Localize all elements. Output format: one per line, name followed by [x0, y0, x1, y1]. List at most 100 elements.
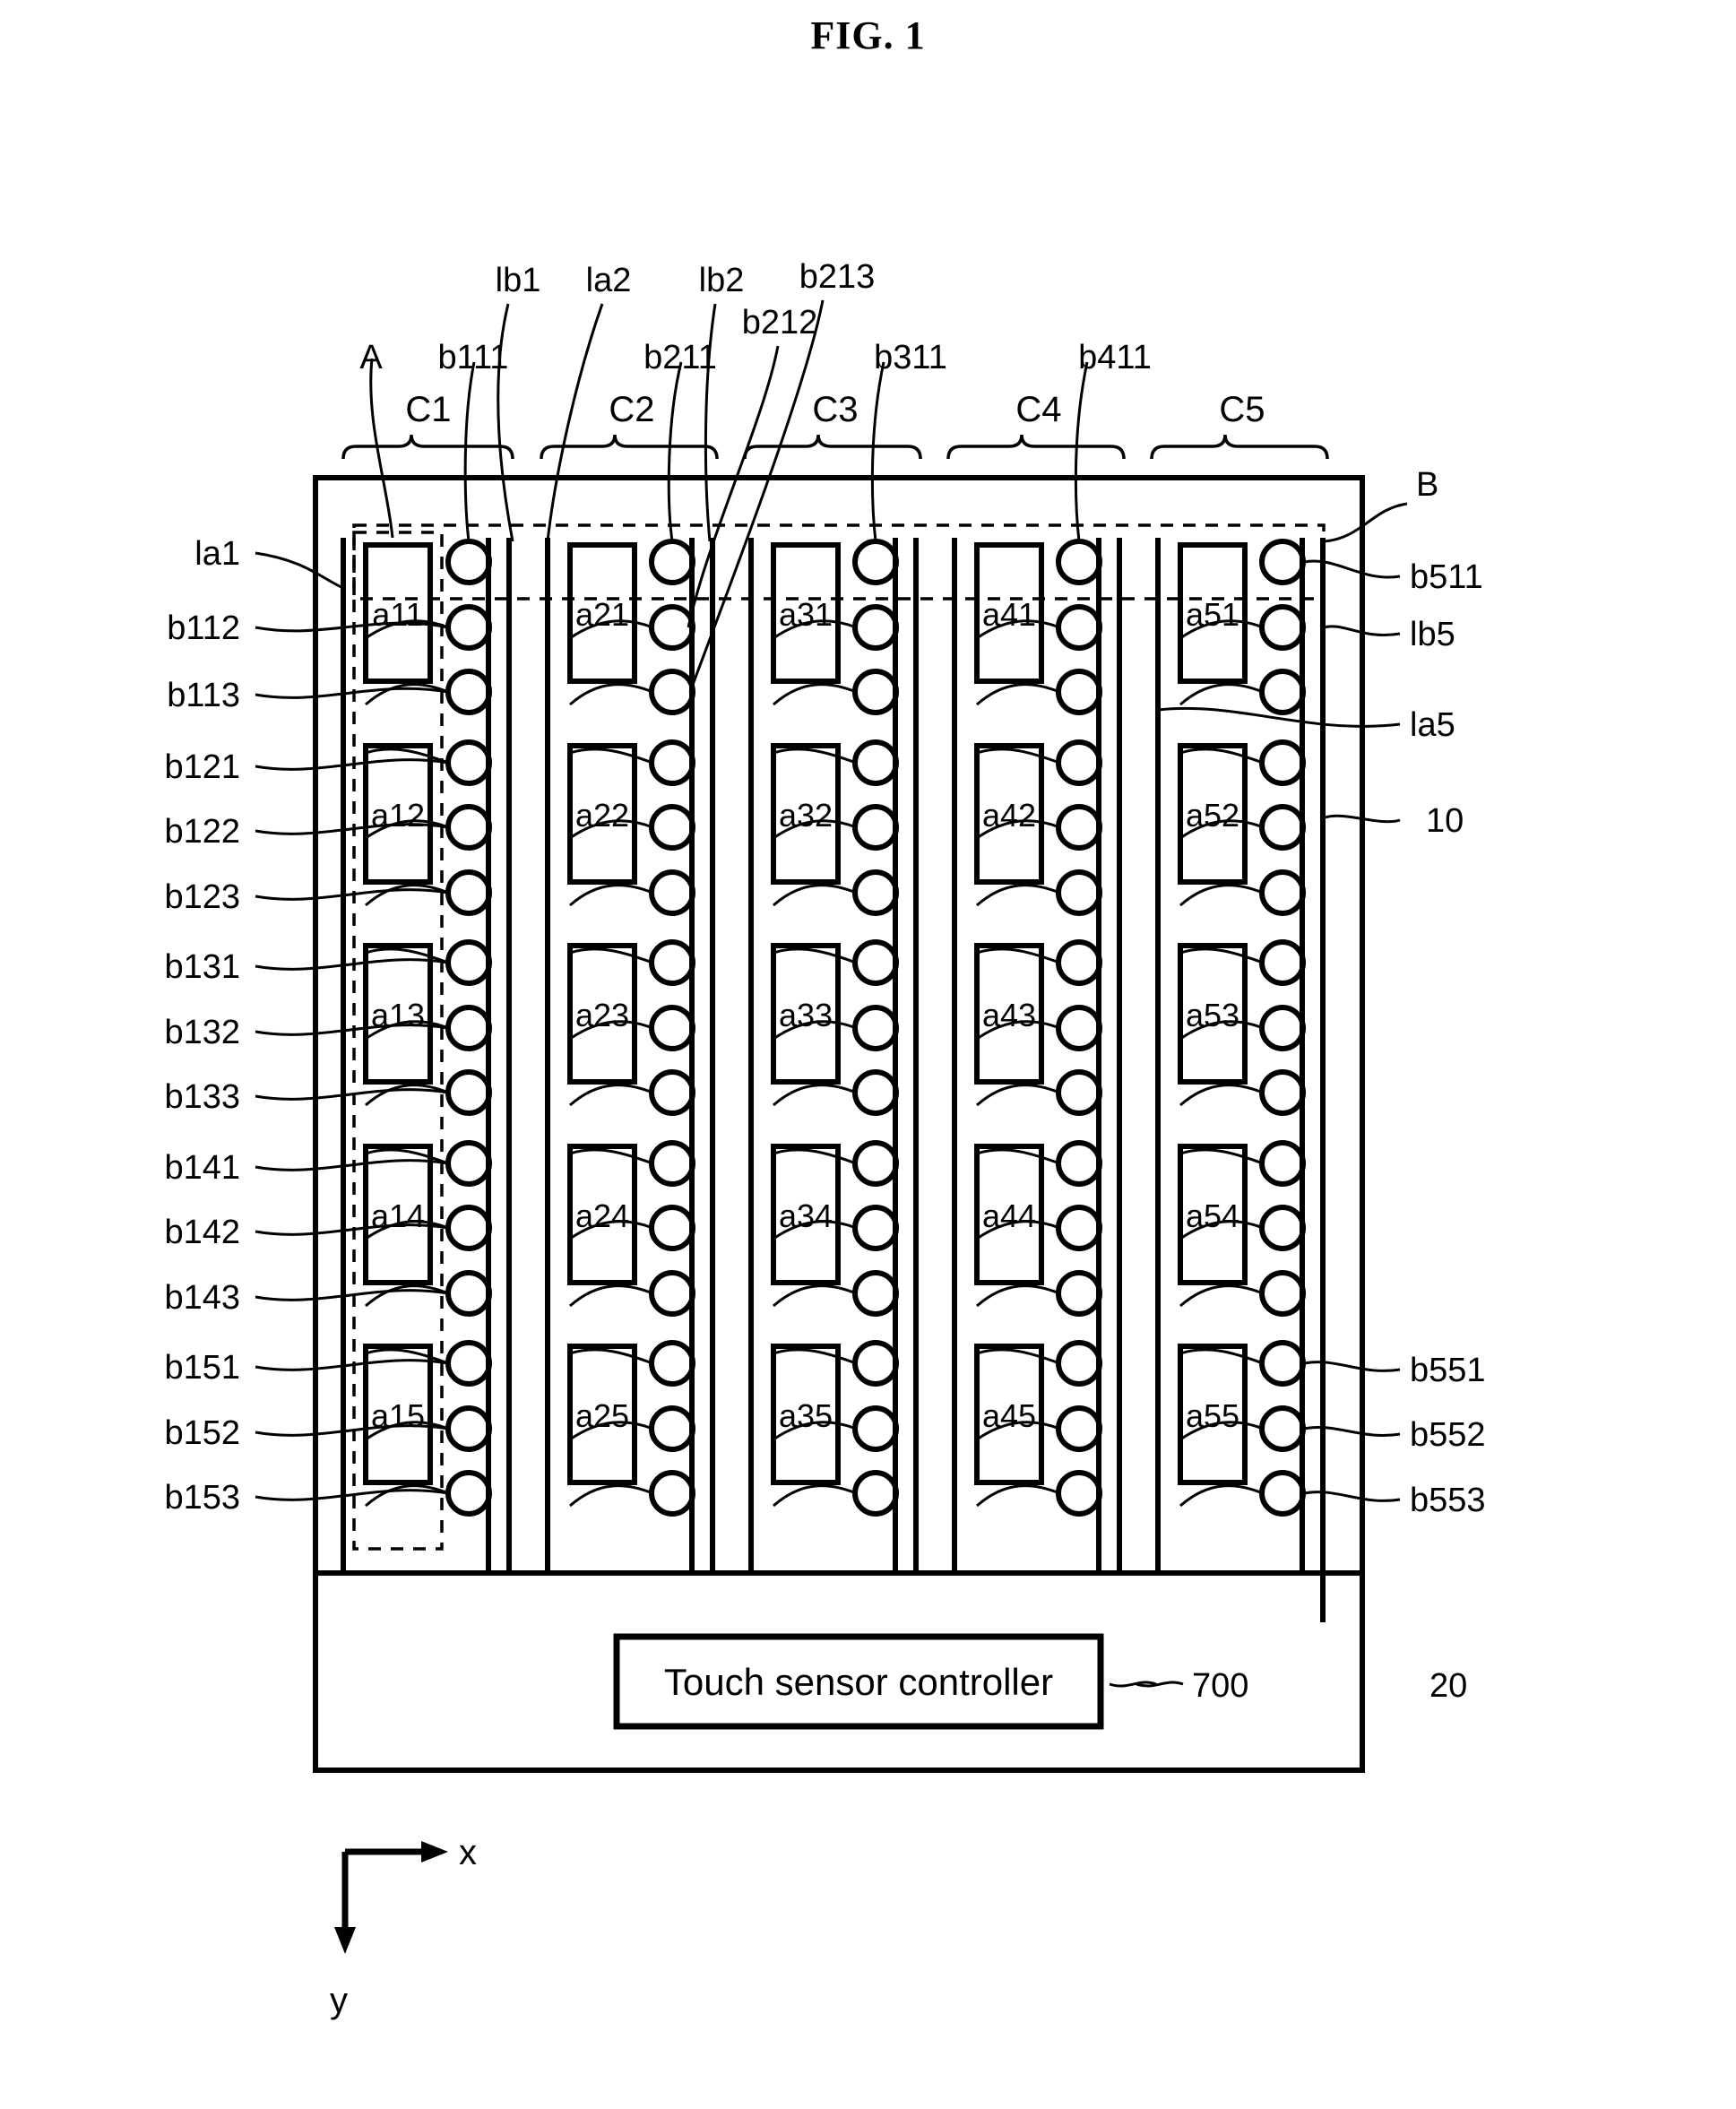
touch-node-b253 [649, 1470, 695, 1517]
cell-label-a32: a32 [779, 797, 833, 834]
label-b133: b133 [164, 1078, 240, 1116]
leader-b411 [1074, 361, 1089, 542]
label-b121: b121 [164, 748, 240, 786]
leader-b131 [255, 958, 449, 971]
touch-node-b332 [852, 1005, 899, 1051]
touch-node-b452 [1056, 1405, 1102, 1452]
cell-label-a34: a34 [779, 1197, 833, 1234]
label-lb5: lb5 [1410, 616, 1455, 653]
touch-node-b351 [852, 1340, 899, 1387]
axis-x-arrow [421, 1841, 448, 1863]
touch-node-b422 [1056, 804, 1102, 851]
cell-label-a23: a23 [575, 997, 629, 1033]
cell-label-a52: a52 [1186, 797, 1239, 834]
touch-node-b122 [445, 804, 492, 851]
touch-node-b413 [1056, 669, 1102, 715]
touch-node-b123 [445, 869, 492, 916]
touch-node-b432 [1056, 1005, 1102, 1051]
label-b553: b553 [1410, 1482, 1486, 1519]
sensor-column-c3 [748, 538, 919, 1570]
cell-label-a35: a35 [779, 1397, 833, 1434]
bracket-label-c5: C5 [1219, 390, 1265, 429]
touch-node-b532 [1259, 1005, 1306, 1051]
touch-node-b451 [1056, 1340, 1102, 1387]
leader-b153 [255, 1489, 449, 1501]
bracket-label-c1: C1 [405, 390, 451, 429]
label-b141: b141 [164, 1149, 240, 1187]
label-b213: b213 [799, 258, 876, 296]
label-b551: b551 [1410, 1352, 1486, 1389]
touch-node-b431 [1056, 939, 1102, 986]
patent-figure-page: FIG. 1 Touch sensor controller C1 C2 C3 … [0, 0, 1736, 2109]
label-b151: b151 [164, 1349, 240, 1387]
label-b153: b153 [164, 1479, 240, 1517]
cell-label-a22: a22 [575, 797, 629, 834]
label-b123: b123 [164, 878, 240, 916]
label-axis-x: x [459, 1833, 477, 1872]
leader-b151 [255, 1359, 449, 1371]
cell-label-a24: a24 [575, 1197, 629, 1234]
touch-node-b212 [649, 604, 695, 651]
label-b113: b113 [167, 677, 240, 714]
leader-b143 [255, 1289, 449, 1301]
touch-node-b521 [1259, 739, 1306, 786]
label-20: 20 [1429, 1667, 1467, 1705]
leader-b552 [1303, 1426, 1401, 1437]
touch-node-b211 [649, 539, 695, 585]
touch-node-b343 [852, 1270, 899, 1317]
touch-node-b321 [852, 739, 899, 786]
touch-node-b341 [852, 1140, 899, 1187]
column-brackets [341, 434, 1329, 460]
touch-node-b533 [1259, 1069, 1306, 1116]
touch-node-b132 [445, 1005, 492, 1051]
cell-label-a14: a14 [371, 1197, 425, 1234]
touch-node-b423 [1056, 869, 1102, 916]
touch-node-b352 [852, 1405, 899, 1452]
touch-node-b531 [1259, 939, 1306, 986]
label-b211: b211 [643, 339, 717, 376]
cell-label-a25: a25 [575, 1397, 629, 1434]
touch-node-b342 [852, 1205, 899, 1251]
touch-node-b151 [445, 1340, 492, 1387]
cell-label-a33: a33 [779, 997, 833, 1033]
touch-node-b553 [1259, 1470, 1306, 1517]
leader-b141 [255, 1159, 449, 1171]
touch-node-b433 [1056, 1069, 1102, 1116]
touch-node-b242 [649, 1205, 695, 1251]
touch-node-b131 [445, 939, 492, 986]
sensor-column-c1 [341, 538, 512, 1570]
touch-node-b251 [649, 1340, 695, 1387]
leader-b551 [1303, 1361, 1401, 1372]
touch-node-b421 [1056, 739, 1102, 786]
label-a: A [359, 339, 383, 376]
cell-label-a41: a41 [982, 596, 1036, 633]
label-b122: b122 [164, 813, 240, 851]
label-b411: b411 [1078, 339, 1152, 376]
touch-node-b311 [852, 539, 899, 585]
touch-node-b412 [1056, 604, 1102, 651]
bracket-label-c4: C4 [1015, 390, 1061, 429]
label-b131: b131 [164, 948, 240, 986]
touch-node-b512 [1259, 604, 1306, 651]
touch-node-b443 [1056, 1270, 1102, 1317]
cell-label-a31: a31 [779, 596, 833, 633]
touch-node-b141 [445, 1140, 492, 1187]
label-b311: b311 [874, 339, 947, 376]
touch-node-b442 [1056, 1205, 1102, 1251]
touch-node-b551 [1259, 1340, 1306, 1387]
sensor-column-c2 [545, 538, 715, 1570]
leader-b133 [255, 1088, 449, 1101]
touch-node-b231 [649, 939, 695, 986]
leader-b121 [255, 758, 449, 771]
label-700: 700 [1192, 1667, 1248, 1705]
leader-b [1324, 502, 1408, 543]
touch-node-b112 [445, 604, 492, 651]
leader-b111 [463, 361, 476, 542]
label-la1: la1 [194, 535, 240, 573]
touch-node-b121 [445, 739, 492, 786]
label-b132: b132 [164, 1014, 240, 1051]
touch-node-b222 [649, 804, 695, 851]
touch-node-b152 [445, 1405, 492, 1452]
leader-b511 [1303, 559, 1401, 579]
cell-label-a12: a12 [371, 797, 425, 834]
